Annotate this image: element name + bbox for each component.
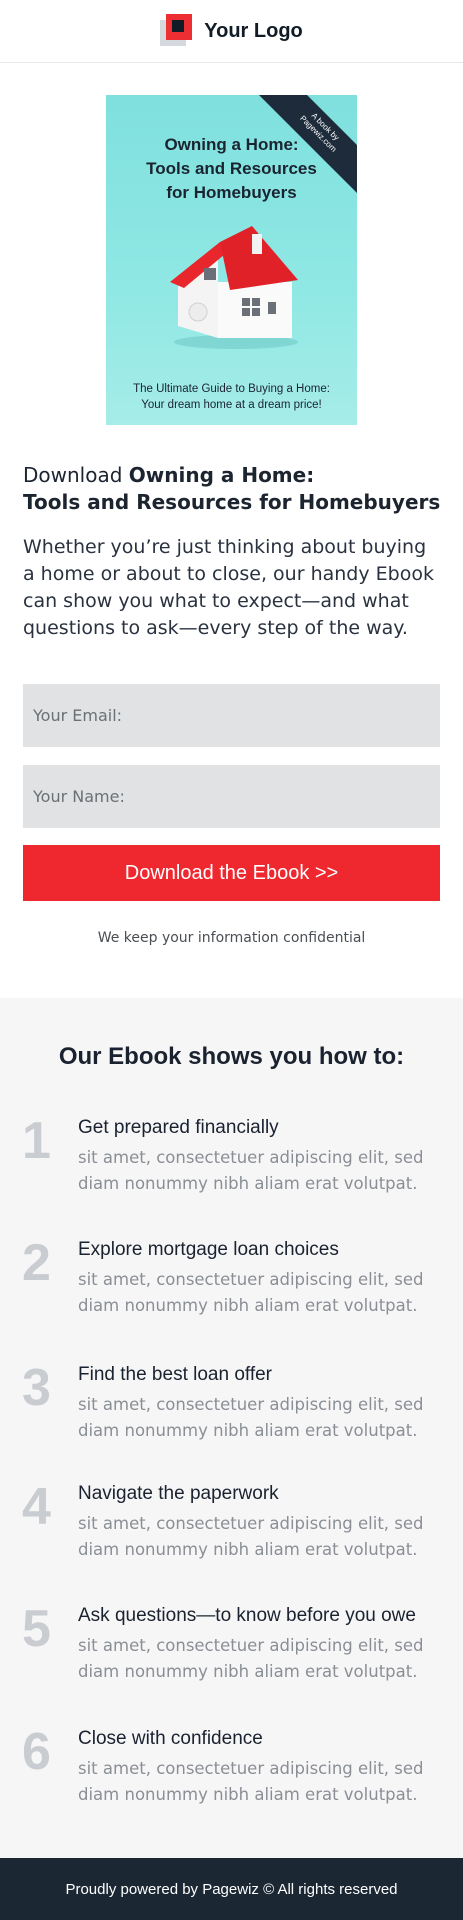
feature-title: Navigate the paperwork xyxy=(78,1483,279,1504)
feature-title: Find the best loan offer xyxy=(78,1364,272,1385)
footer-text: Proudly powered by Pagewiz © All rights … xyxy=(65,1880,398,1898)
feature-item: 2 Explore mortgage loan choices sit amet… xyxy=(0,1233,463,1333)
features-title: Our Ebook shows you how to: xyxy=(58,1043,405,1070)
hero-heading: Download Owning a Home: Tools and Resour… xyxy=(23,463,441,514)
feature-item: 6 Close with confidence sit amet, consec… xyxy=(0,1722,463,1822)
feature-text: sit amet, consectetuer adipiscing elit, … xyxy=(78,1636,424,1681)
feature-item: 5 Ask questions—to know before you owe s… xyxy=(0,1599,463,1699)
feature-item: 3 Find the best loan offer sit amet, con… xyxy=(0,1358,463,1458)
feature-text: sit amet, consectetuer adipiscing elit, … xyxy=(78,1270,424,1315)
email-field[interactable] xyxy=(23,684,440,747)
feature-text: sit amet, consectetuer adipiscing elit, … xyxy=(78,1759,424,1804)
feature-title: Get prepared financially xyxy=(78,1117,279,1138)
name-field[interactable] xyxy=(23,765,440,828)
feature-title: Explore mortgage loan choices xyxy=(78,1239,339,1260)
feature-item: 1 Get prepared financially sit amet, con… xyxy=(0,1111,463,1211)
feature-number: 6 xyxy=(22,1723,51,1781)
features-section: Our Ebook shows you how to: 1 Get prepar… xyxy=(0,998,463,1858)
house-illustration-icon xyxy=(170,226,298,349)
feature-title: Ask questions—to know before you owe xyxy=(78,1605,416,1626)
feature-number: 2 xyxy=(22,1234,51,1292)
feature-text: sit amet, consectetuer adipiscing elit, … xyxy=(78,1514,424,1559)
download-ebook-button[interactable]: Download the Ebook >> xyxy=(23,845,440,901)
logo-text[interactable]: Your Logo xyxy=(204,20,303,43)
page-footer: Proudly powered by Pagewiz © All rights … xyxy=(0,1858,463,1920)
logo-icon[interactable] xyxy=(160,14,194,48)
page-header: Your Logo xyxy=(0,0,463,63)
feature-number: 3 xyxy=(22,1359,51,1417)
cover-subtitle: The Ultimate Guide to Buying a Home: You… xyxy=(133,383,330,411)
feature-number: 5 xyxy=(22,1600,51,1658)
confidential-note: We keep your information confidential xyxy=(97,930,366,946)
ebook-cover-image: Owning a Home: Tools and Resources for H… xyxy=(106,95,357,425)
feature-item: 4 Navigate the paperwork sit amet, conse… xyxy=(0,1477,463,1577)
feature-text: sit amet, consectetuer adipiscing elit, … xyxy=(78,1395,424,1440)
feature-title: Close with confidence xyxy=(78,1728,263,1749)
feature-number: 4 xyxy=(22,1478,51,1536)
hero-description: Whether you’re just thinking about buyin… xyxy=(23,536,434,639)
feature-text: sit amet, consectetuer adipiscing elit, … xyxy=(78,1148,424,1193)
feature-number: 1 xyxy=(22,1112,51,1170)
